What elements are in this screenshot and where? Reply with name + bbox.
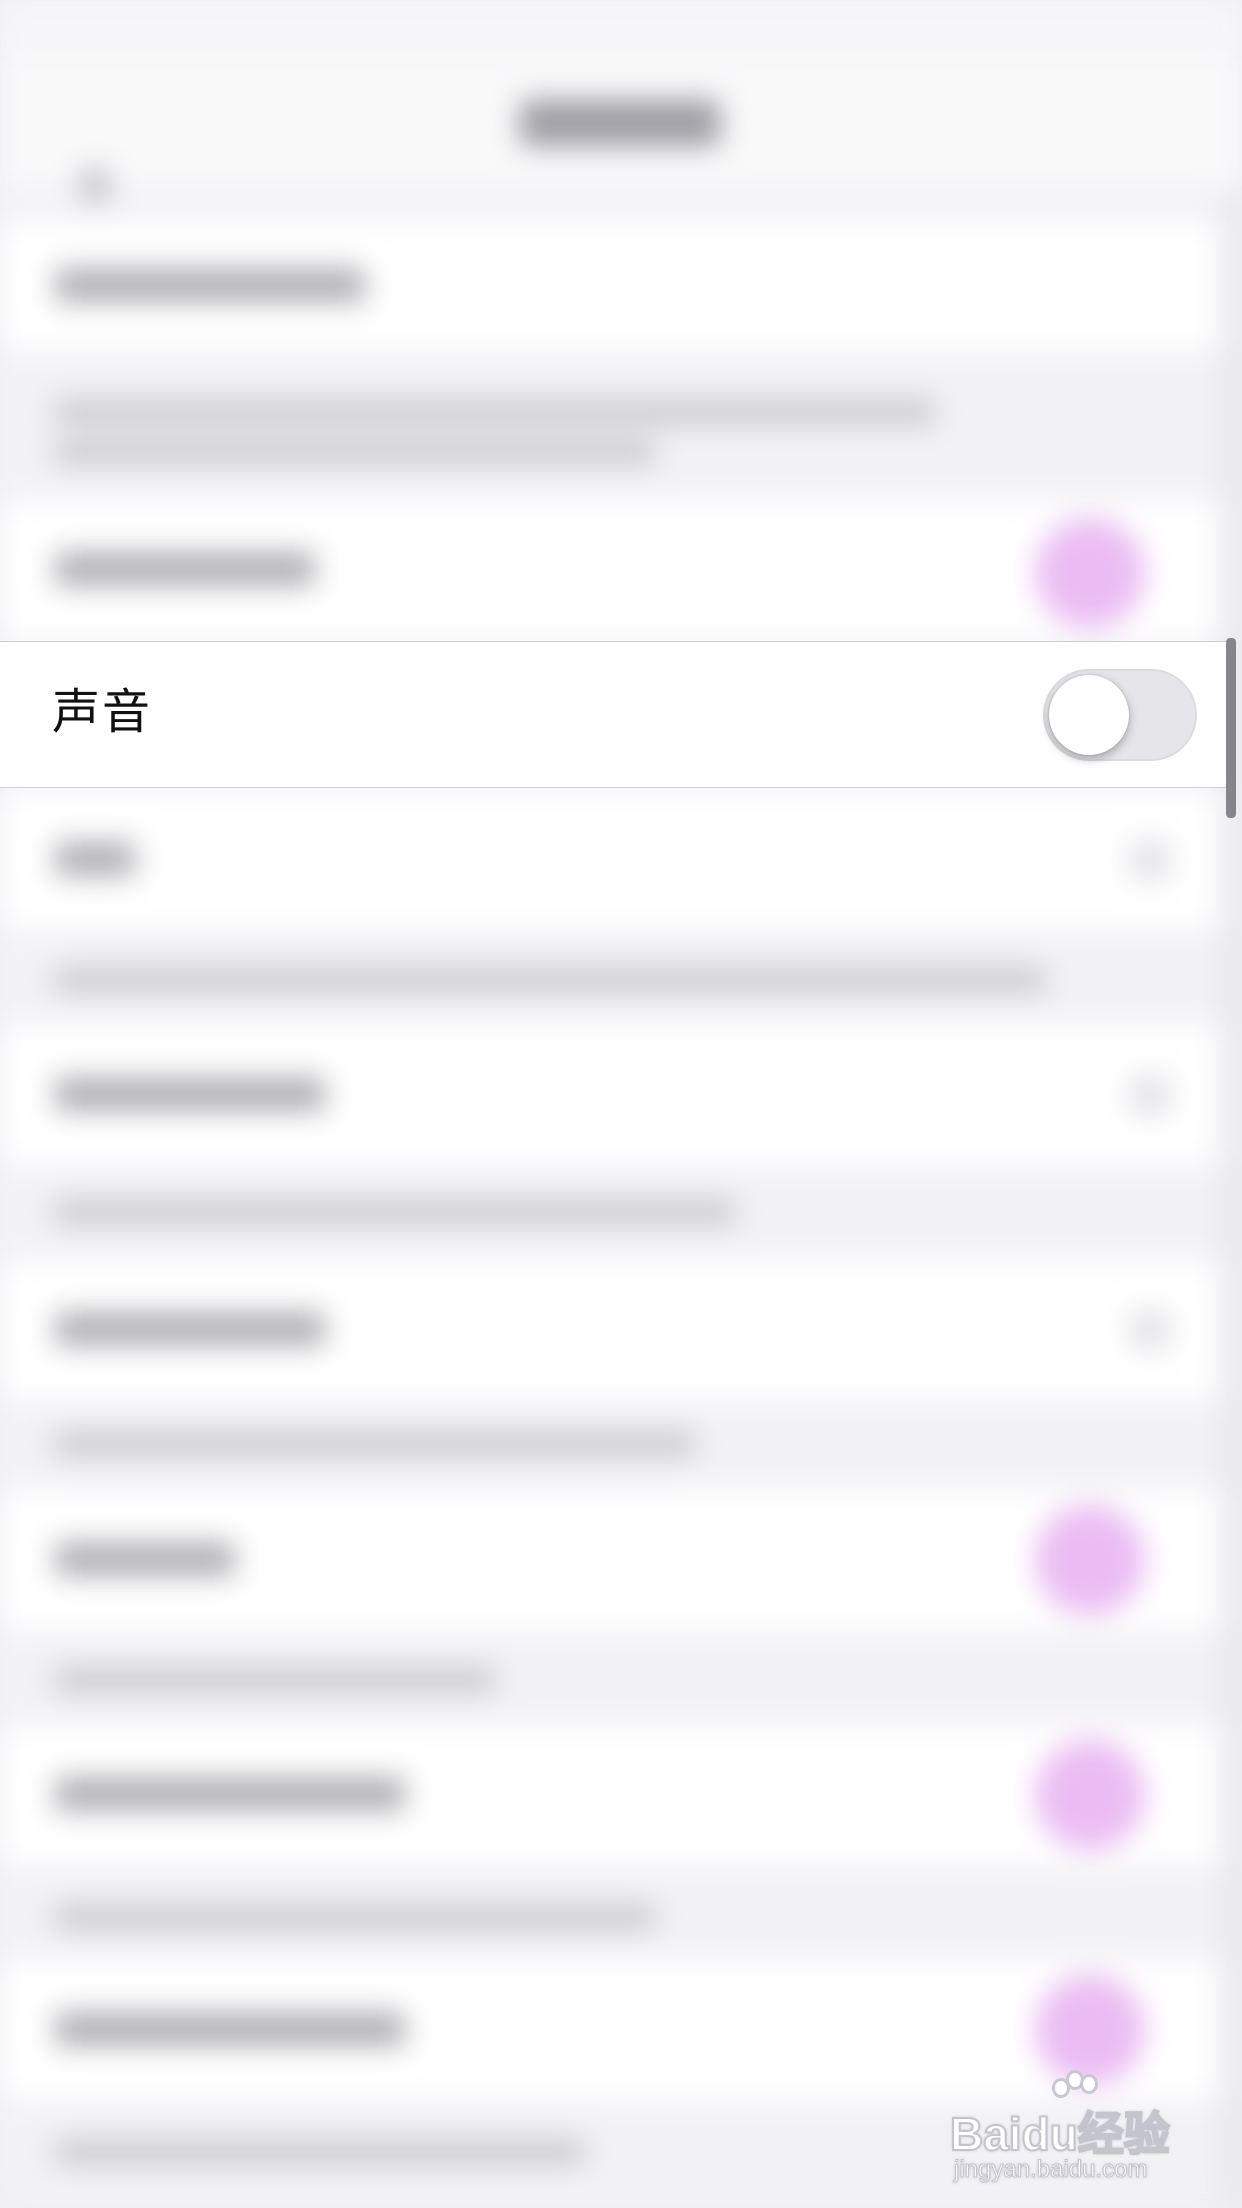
blurred-toggle-on bbox=[1035, 1505, 1145, 1615]
watermark-url: jingyan.baidu.com bbox=[953, 2156, 1148, 2184]
blurred-row bbox=[0, 1025, 1242, 1165]
blurred-toggle-on bbox=[1035, 518, 1145, 628]
blurred-description bbox=[55, 440, 655, 464]
sound-setting-row[interactable]: 声音 bbox=[0, 641, 1226, 788]
chevron-right-icon bbox=[1130, 840, 1170, 880]
blurred-row bbox=[0, 500, 1242, 640]
blurred-settings-background bbox=[0, 0, 1242, 2208]
blurred-row bbox=[0, 1490, 1242, 1630]
blurred-edge bbox=[1222, 190, 1242, 2208]
status-bar bbox=[0, 0, 1242, 60]
chevron-right-icon bbox=[1130, 1310, 1170, 1350]
chevron-right-icon bbox=[1130, 1075, 1170, 1115]
watermark: Baidu经验 jingyan.baidu.com bbox=[949, 2070, 1190, 2190]
blurred-row bbox=[0, 1260, 1242, 1400]
blurred-description bbox=[55, 1200, 735, 1224]
blurred-row bbox=[0, 220, 1242, 350]
back-icon bbox=[80, 170, 110, 200]
blurred-row bbox=[0, 1725, 1242, 1865]
toggle-knob bbox=[1049, 675, 1129, 755]
blurred-description bbox=[55, 2140, 585, 2164]
blurred-description bbox=[55, 968, 1045, 992]
blurred-description bbox=[55, 1668, 495, 1692]
blurred-toggle-on bbox=[1035, 1975, 1145, 2085]
watermark-brand: Baidu经验 bbox=[949, 2107, 1171, 2161]
blurred-toggle-on bbox=[1035, 1740, 1145, 1850]
blurred-description bbox=[55, 400, 935, 424]
scrollbar[interactable] bbox=[1226, 638, 1236, 818]
sound-setting-label: 声音 bbox=[52, 684, 153, 740]
blurred-description bbox=[55, 1432, 695, 1456]
blurred-description bbox=[55, 1905, 655, 1929]
blurred-page-title bbox=[520, 100, 720, 146]
blurred-row bbox=[0, 790, 1242, 930]
sound-toggle-switch[interactable] bbox=[1043, 669, 1197, 761]
